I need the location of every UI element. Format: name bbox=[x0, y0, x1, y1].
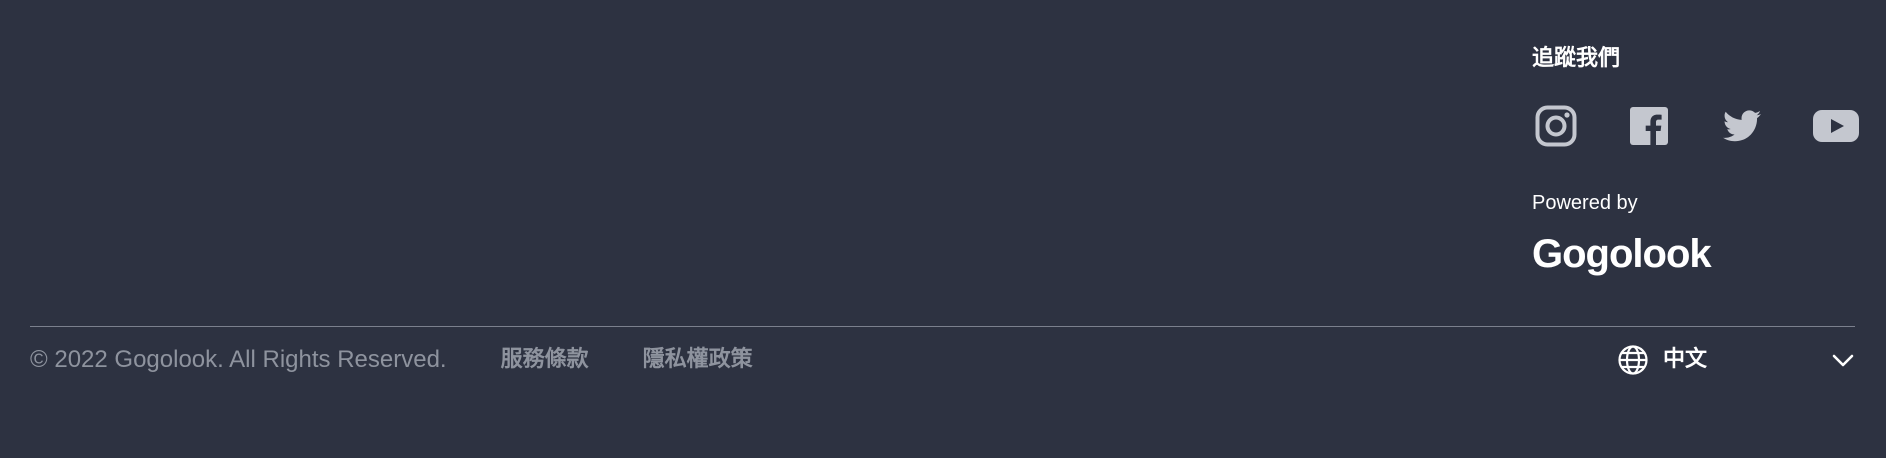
follow-us-section: 追蹤我們 Powered by Gogolook bbox=[1532, 44, 1862, 276]
instagram-link[interactable] bbox=[1532, 102, 1580, 150]
instagram-icon bbox=[1535, 105, 1577, 147]
terms-of-service-link[interactable]: 服務條款 bbox=[501, 342, 589, 378]
youtube-link[interactable] bbox=[1812, 102, 1860, 150]
language-selected-label: 中文 bbox=[1663, 347, 1708, 372]
footer-divider bbox=[30, 326, 1855, 327]
follow-us-title: 追蹤我們 bbox=[1532, 46, 1621, 71]
copyright-text: © 2022 Gogolook. All Rights Reserved. bbox=[30, 346, 447, 373]
social-links bbox=[1532, 102, 1862, 152]
gogolook-logo[interactable]: Gogolook bbox=[1532, 230, 1712, 278]
twitter-icon bbox=[1723, 110, 1761, 142]
facebook-link[interactable] bbox=[1625, 102, 1673, 150]
youtube-icon bbox=[1813, 110, 1859, 142]
chevron-down-icon bbox=[1832, 354, 1854, 367]
twitter-link[interactable] bbox=[1718, 102, 1766, 150]
language-selector[interactable]: 中文 bbox=[1617, 342, 1855, 378]
privacy-policy-link[interactable]: 隱私權政策 bbox=[643, 342, 753, 378]
globe-icon bbox=[1618, 345, 1648, 375]
powered-by-label: Powered by bbox=[1532, 192, 1638, 214]
footer-bottom-bar: © 2022 Gogolook. All Rights Reserved. 服務… bbox=[30, 342, 807, 378]
site-footer: 追蹤我們 Powered by Gogolook © 2022 Gogolook… bbox=[0, 0, 1886, 458]
facebook-icon bbox=[1630, 107, 1668, 145]
